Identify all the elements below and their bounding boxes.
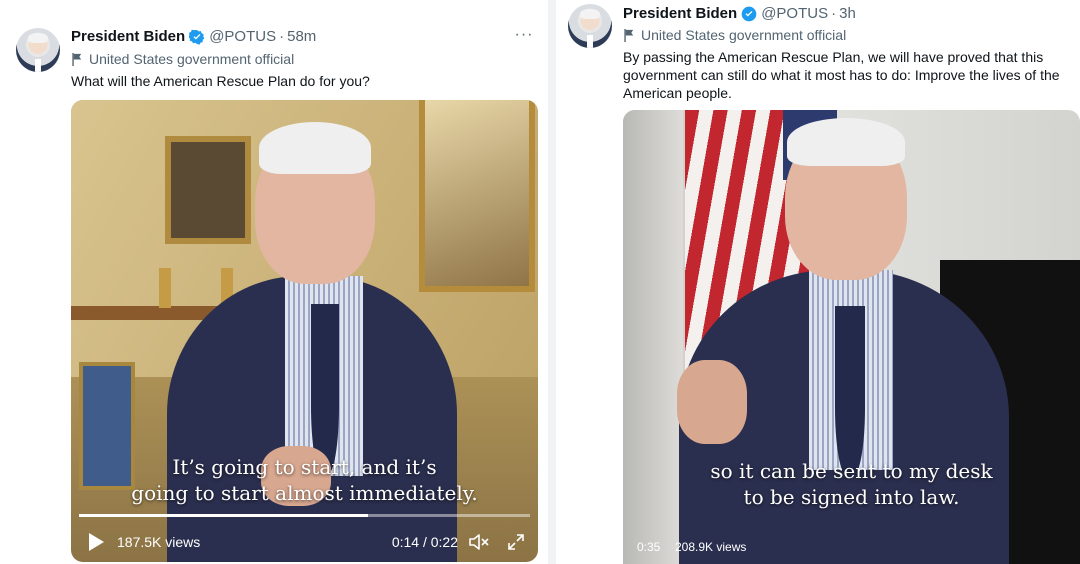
video-caption: It’s going to start, and it’s going to s…: [71, 454, 538, 506]
view-count: 187.5K views: [117, 534, 201, 550]
verified-badge-icon: [741, 6, 757, 21]
video-player[interactable]: so it can be sent to my desk to be signe…: [623, 110, 1080, 564]
tweet-card[interactable]: President Biden @POTUS · 58m United Stat…: [0, 0, 548, 564]
government-label-text: United States government official: [641, 27, 847, 43]
video-progress-fill: [79, 514, 368, 517]
tweet-text: By passing the American Rescue Plan, we …: [623, 49, 1060, 101]
government-label-text: United States government official: [89, 51, 295, 67]
video-player[interactable]: It’s going to start, and it’s going to s…: [71, 100, 538, 562]
video-progress-bar[interactable]: [79, 514, 530, 517]
screenshot-divider: [548, 0, 556, 564]
caption-line: going to start almost immediately.: [131, 481, 478, 505]
tweet-card[interactable]: President Biden @POTUS · 3h United State…: [556, 0, 1080, 564]
separator: ·: [279, 28, 285, 45]
volume-icon[interactable]: [468, 532, 490, 552]
caption-line: to be signed into law.: [743, 485, 960, 509]
flag-icon: [72, 52, 82, 66]
government-label: United States government official: [623, 27, 846, 43]
tweet-header: President Biden @POTUS · 3h: [623, 5, 856, 22]
video-caption: so it can be sent to my desk to be signe…: [623, 458, 1080, 510]
tweet-text: What will the American Rescue Plan do fo…: [71, 73, 370, 89]
avatar[interactable]: [568, 4, 612, 48]
avatar[interactable]: [16, 28, 60, 72]
display-name[interactable]: President Biden: [623, 5, 737, 22]
fullscreen-icon[interactable]: [506, 532, 526, 552]
separator: ·: [831, 5, 837, 22]
verified-badge-icon: [189, 29, 205, 45]
video-controls: 0:35 208.9K views: [623, 532, 1080, 564]
video-time-remaining: 0:35: [637, 540, 661, 554]
government-label: United States government official: [71, 51, 294, 67]
timestamp[interactable]: 3h: [839, 5, 856, 22]
more-icon[interactable]: ···: [514, 27, 534, 46]
view-count: 208.9K views: [675, 540, 747, 554]
flag-icon: [624, 28, 634, 42]
handle[interactable]: @POTUS: [209, 28, 276, 45]
handle[interactable]: @POTUS: [761, 5, 828, 22]
tweet-header: President Biden @POTUS · 58m: [71, 28, 316, 45]
display-name[interactable]: President Biden: [71, 28, 185, 45]
caption-line: so it can be sent to my desk: [710, 459, 993, 483]
video-controls: 187.5K views 0:14 / 0:22: [71, 522, 538, 562]
timestamp[interactable]: 58m: [287, 28, 316, 45]
video-time: 0:14 / 0:22: [391, 534, 458, 550]
play-icon[interactable]: [87, 532, 105, 552]
caption-line: It’s going to start, and it’s: [172, 455, 437, 479]
